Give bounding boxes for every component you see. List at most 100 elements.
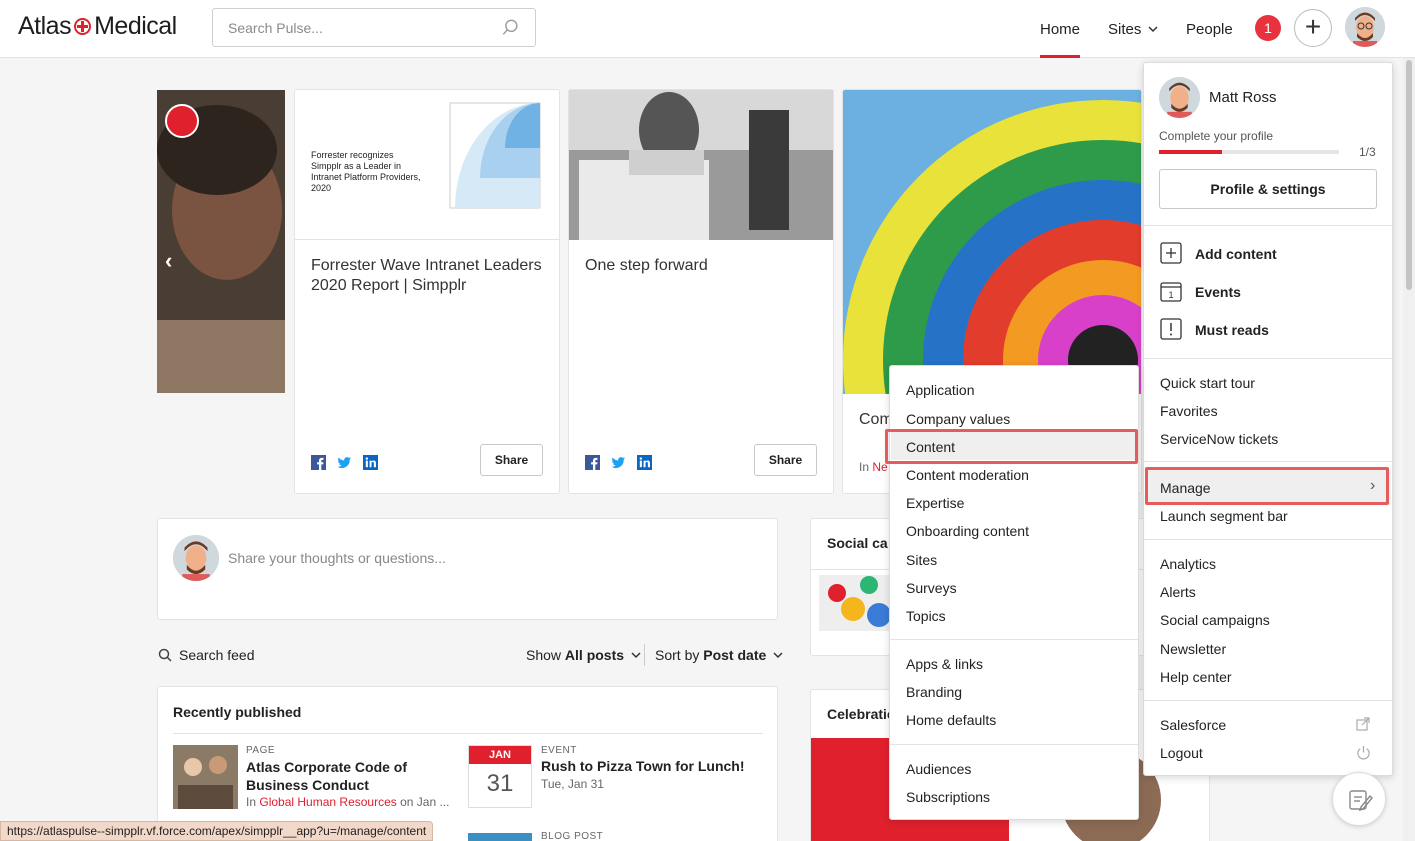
carousel-prev-arrow[interactable]: ‹: [165, 248, 172, 274]
search-feed[interactable]: Search feed: [158, 647, 255, 663]
profile-dropdown: Matt Ross Complete your profile 1/3 Prof…: [1143, 62, 1393, 776]
feed-composer[interactable]: Share your thoughts or questions...: [157, 518, 778, 620]
show-prefix: Show: [526, 647, 562, 663]
item-title[interactable]: Rush to Pizza Town for Lunch!: [541, 758, 745, 774]
menu-divider: [1144, 461, 1392, 462]
menu-must-reads[interactable]: Must reads: [1195, 322, 1269, 338]
profile-name[interactable]: Matt Ross: [1209, 89, 1277, 106]
nav-people[interactable]: People: [1186, 0, 1233, 58]
event-month: JAN: [469, 746, 531, 764]
hot-air-balloon-photo-image: [843, 90, 1141, 394]
sort-filter[interactable]: Sort by Post date: [655, 647, 783, 663]
twitter-icon[interactable]: [337, 455, 352, 470]
calendar-icon: 1: [1160, 282, 1182, 302]
meta-link[interactable]: Global Human Resources: [259, 795, 396, 809]
widget-title: Social ca: [827, 535, 888, 551]
linkedin-icon[interactable]: [637, 455, 652, 470]
show-posts-filter[interactable]: Show All posts: [526, 647, 641, 663]
menu-salesforce[interactable]: Salesforce: [1160, 717, 1226, 733]
submenu-surveys[interactable]: Surveys: [906, 580, 957, 596]
submenu-onboarding-content[interactable]: Onboarding content: [906, 523, 1029, 539]
carousel-card-forrester[interactable]: Forrester recognizes Simpplr as a Leader…: [294, 89, 560, 494]
notifications-badge[interactable]: 1: [1255, 15, 1281, 41]
submenu-subscriptions[interactable]: Subscriptions: [906, 789, 990, 805]
submenu-topics[interactable]: Topics: [906, 608, 946, 624]
power-icon: [1357, 745, 1370, 760]
widget-title: Celebratio: [827, 706, 896, 722]
chevron-down-icon: [773, 652, 783, 659]
item-type: BLOG POST: [541, 831, 604, 841]
search-box: [212, 8, 536, 47]
menu-quick-start-tour[interactable]: Quick start tour: [1160, 375, 1255, 391]
scrollbar-thumb[interactable]: [1406, 60, 1412, 290]
submenu-application[interactable]: Application: [906, 382, 975, 398]
submenu-sites[interactable]: Sites: [906, 552, 937, 568]
search-input[interactable]: [213, 9, 483, 46]
dropdown-avatar: [1159, 77, 1200, 118]
menu-favorites[interactable]: Favorites: [1160, 403, 1218, 419]
menu-social-campaigns[interactable]: Social campaigns: [1160, 612, 1270, 628]
user-avatar[interactable]: [1345, 7, 1385, 47]
menu-logout[interactable]: Logout: [1160, 745, 1203, 761]
menu-help-center[interactable]: Help center: [1160, 669, 1232, 685]
card-title[interactable]: One step forward: [585, 256, 708, 276]
recently-published-heading: Recently published: [173, 704, 302, 720]
must-reads-icon: [1160, 318, 1182, 340]
create-plus-button[interactable]: +: [1294, 9, 1332, 47]
submenu-audiences[interactable]: Audiences: [906, 761, 971, 777]
page-thumbnail-image: [173, 745, 238, 809]
carousel-card-one-step[interactable]: One step forward Share: [568, 89, 834, 494]
sort-value: Post date: [703, 647, 767, 663]
feedback-floating-button[interactable]: [1332, 772, 1386, 826]
forrester-wave-graphic: [449, 102, 541, 209]
menu-divider: [1144, 225, 1392, 226]
show-value: All posts: [564, 647, 625, 663]
profile-settings-button[interactable]: Profile & settings: [1159, 169, 1377, 209]
submenu-company-values[interactable]: Company values: [906, 411, 1010, 427]
menu-divider: [1144, 700, 1392, 701]
composer-placeholder[interactable]: Share your thoughts or questions...: [228, 550, 446, 566]
nav-sites[interactable]: Sites: [1108, 0, 1158, 58]
menu-add-content[interactable]: Add content: [1195, 246, 1277, 262]
menu-launch-segment-bar[interactable]: Launch segment bar: [1160, 508, 1288, 524]
submenu-branding[interactable]: Branding: [906, 684, 962, 700]
top-navigation-bar: Atlas Medical Home Sites People 1 +: [0, 0, 1415, 58]
menu-analytics[interactable]: Analytics: [1160, 556, 1216, 572]
carousel-card-hero[interactable]: ‹: [157, 90, 285, 393]
menu-servicenow-tickets[interactable]: ServiceNow tickets: [1160, 431, 1278, 447]
menu-events[interactable]: Events: [1195, 284, 1241, 300]
card-title-partial[interactable]: Com: [859, 411, 893, 429]
twitter-icon[interactable]: [611, 455, 626, 470]
submenu-content-moderation[interactable]: Content moderation: [906, 467, 1029, 483]
card-meta-partial: In Ne: [859, 460, 888, 474]
share-button[interactable]: Share: [480, 444, 543, 476]
facebook-icon[interactable]: [311, 455, 326, 470]
submenu-home-defaults[interactable]: Home defaults: [906, 712, 996, 728]
linkedin-icon[interactable]: [363, 455, 378, 470]
card-title[interactable]: Forrester Wave Intranet Leaders 2020 Rep…: [311, 256, 551, 296]
filter-divider: [644, 644, 645, 666]
submenu-divider: [890, 639, 1138, 640]
facebook-icon[interactable]: [585, 455, 600, 470]
nav-home-label: Home: [1040, 20, 1081, 38]
profile-progress-text: 1/3: [1359, 145, 1376, 159]
submenu-divider: [890, 744, 1138, 745]
share-button[interactable]: Share: [754, 444, 817, 476]
item-meta: In Global Human Resources on Jan ...: [246, 795, 449, 809]
nav-sites-label: Sites: [1108, 20, 1142, 38]
search-icon: [158, 648, 172, 662]
browser-status-url: https://atlaspulse--simpplr.vf.force.com…: [0, 821, 434, 841]
item-title[interactable]: Atlas Corporate Code of Business Conduct: [246, 758, 446, 794]
nav-home[interactable]: Home: [1040, 0, 1081, 58]
menu-divider: [1144, 539, 1392, 540]
item-meta: Tue, Jan 31: [541, 777, 604, 791]
atlas-medical-logo[interactable]: Atlas Medical: [18, 12, 177, 41]
submenu-apps-links[interactable]: Apps & links: [906, 656, 983, 672]
search-icon[interactable]: [502, 19, 519, 36]
blog-thumbnail-image: [468, 833, 532, 841]
menu-alerts[interactable]: Alerts: [1160, 584, 1196, 600]
event-date-tile: JAN 31: [468, 745, 532, 808]
menu-newsletter[interactable]: Newsletter: [1160, 641, 1226, 657]
sort-prefix: Sort by: [655, 647, 700, 663]
submenu-expertise[interactable]: Expertise: [906, 495, 964, 511]
